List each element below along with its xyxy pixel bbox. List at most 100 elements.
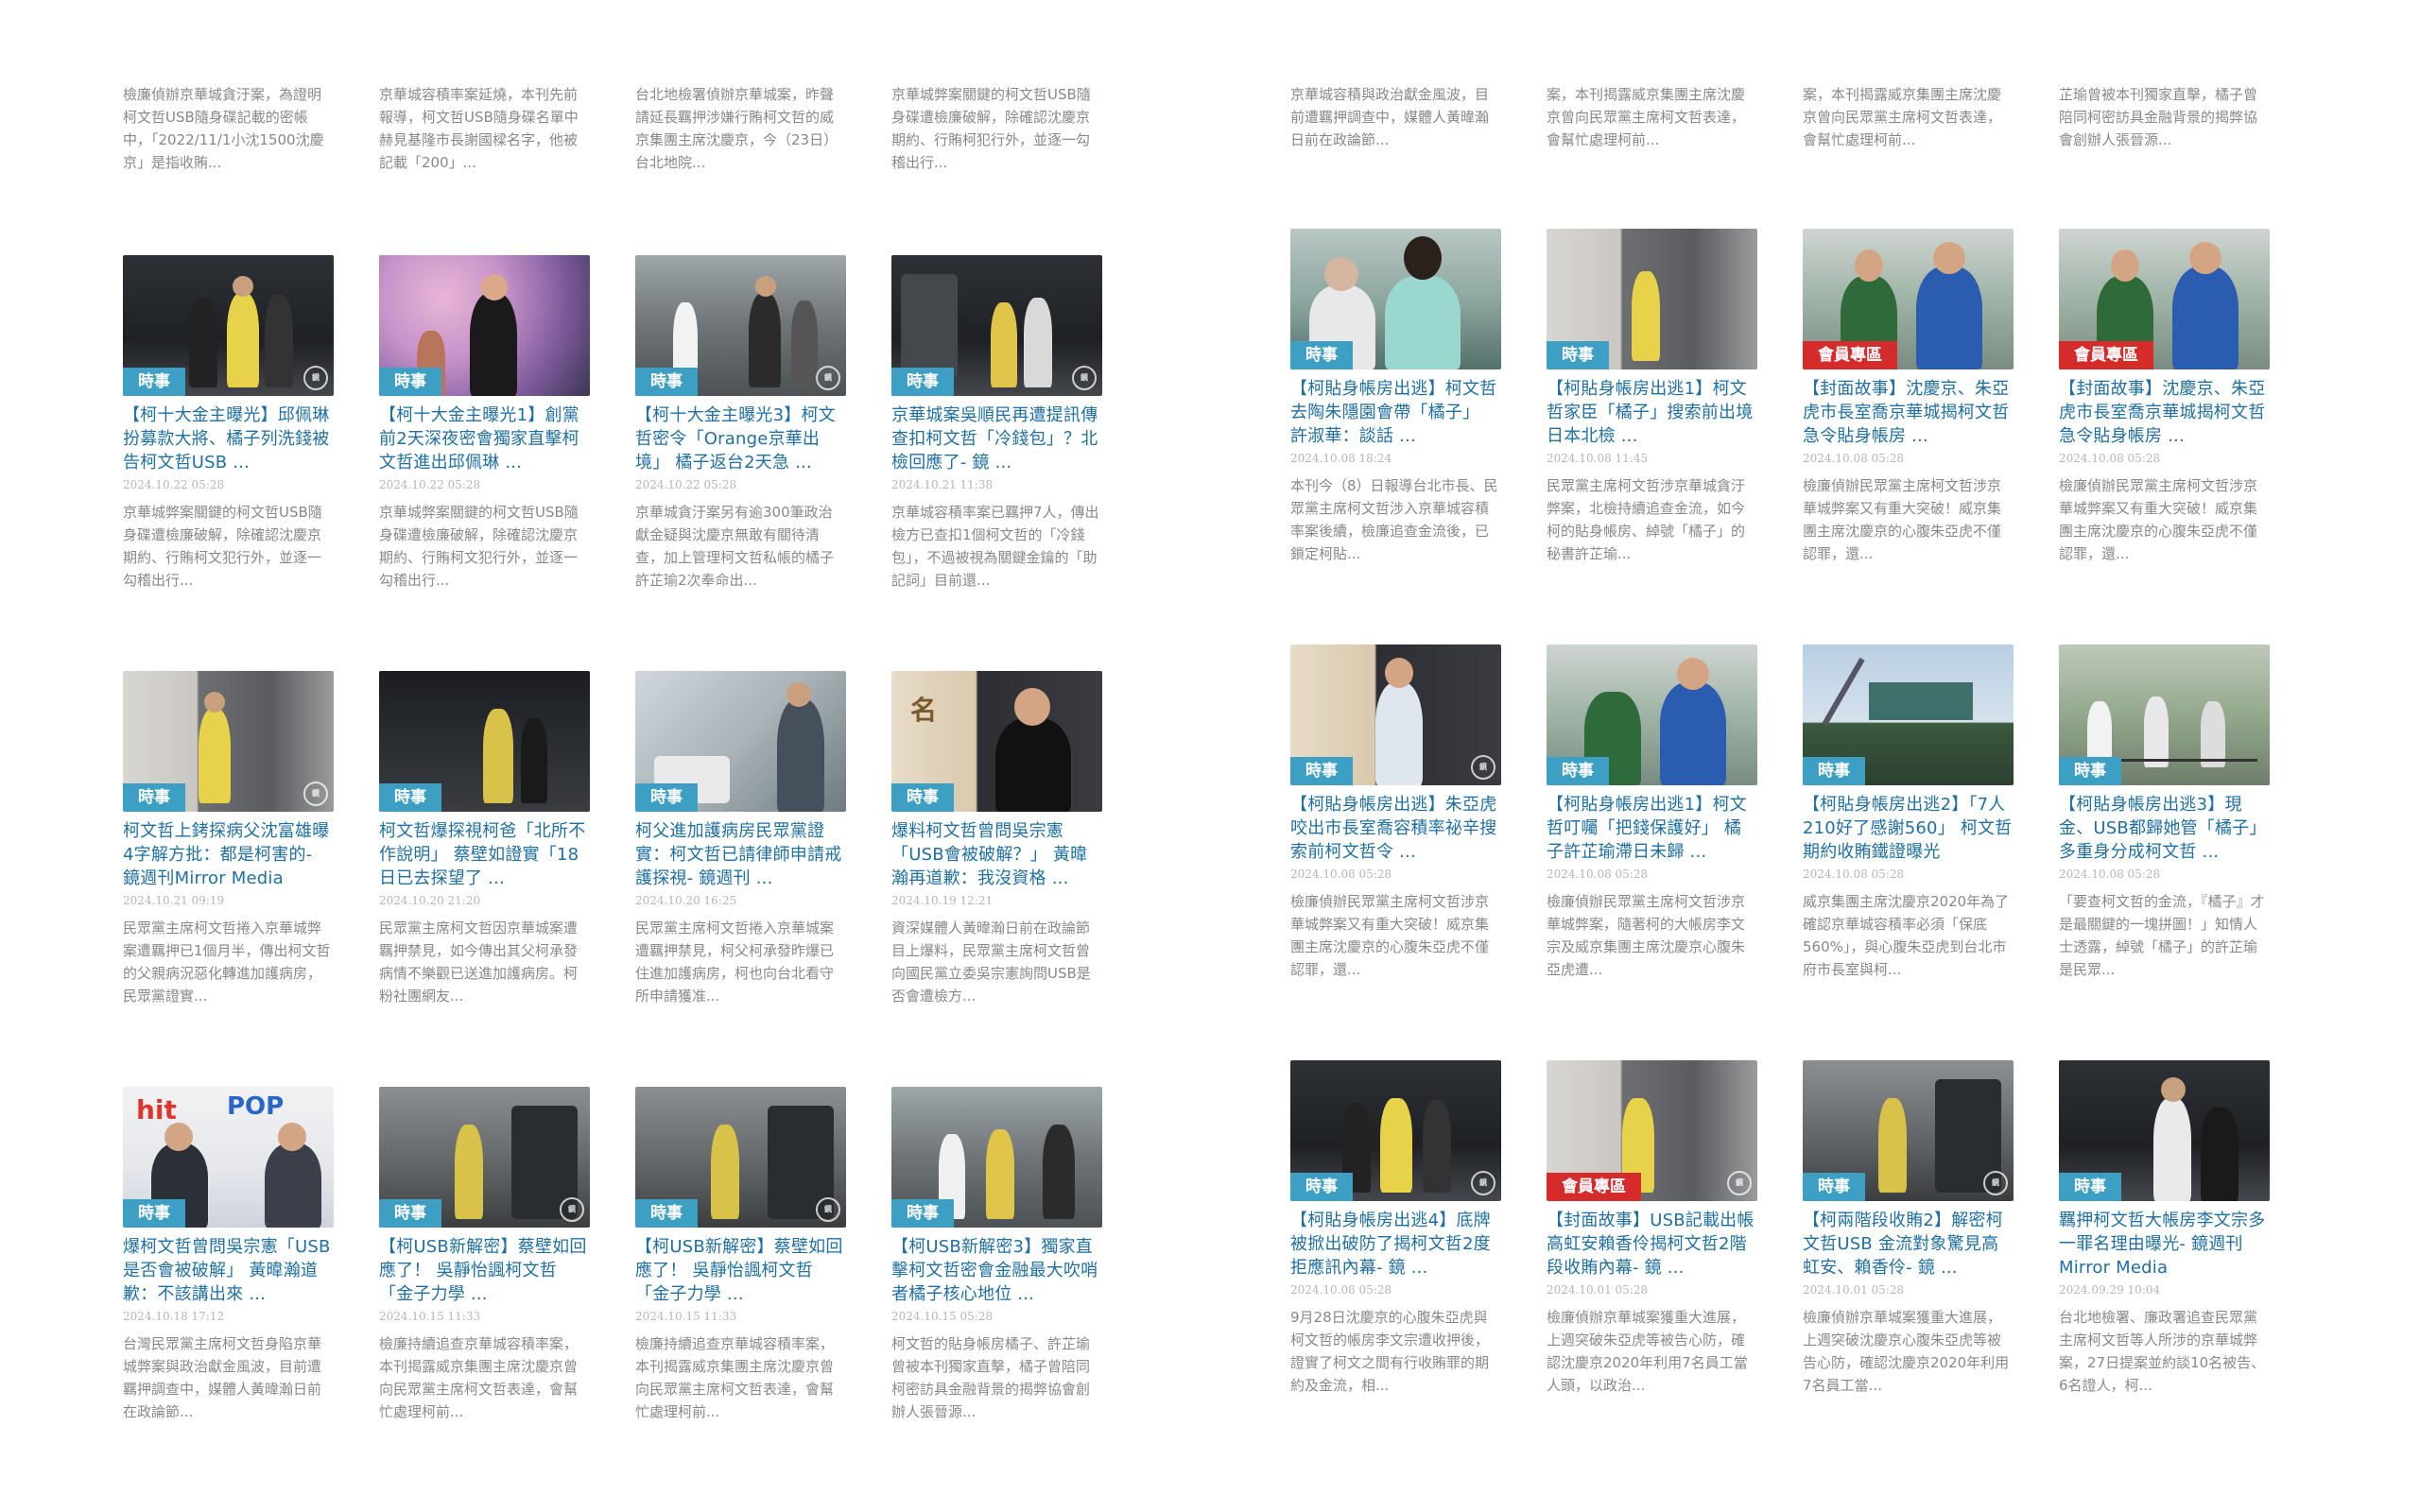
card-thumbnail[interactable]: 時事 (2059, 644, 2270, 785)
card-title[interactable]: 【封面故事】沈慶京、朱亞虎市長室喬京華城揭柯文哲急令貼身帳房 ... (1803, 377, 2014, 448)
card-title[interactable]: 【柯貼身帳房出逃】朱亞虎咬出市長室喬容積率祕辛搜索前柯文哲令 ... (1290, 793, 1501, 864)
card-thumbnail[interactable]: 會員專區 鏡 (1547, 1060, 1757, 1201)
card-thumbnail[interactable]: 時事 (1547, 229, 1757, 369)
card-thumbnail[interactable]: 會員專區 (2059, 229, 2270, 369)
news-card[interactable]: 時事 鏡 【柯貼身帳房出逃4】底牌被掀出破防了揭柯文哲2度拒應訊內幕- 鏡 ..… (1290, 1060, 1501, 1397)
card-thumbnail[interactable]: 時事 (1290, 229, 1501, 369)
card-snippet: 檢廉持續追查京華城容積率案，本刊揭露威京集團主席沈慶京曾向民眾黨主席柯文哲表達，… (635, 1335, 835, 1420)
news-card[interactable]: 京華城弊案關鍵的柯文哲USB隨身碟遭檢廉破解，除確認沈慶京期約、行賄柯犯行外，並… (891, 83, 1102, 174)
news-card[interactable]: 時事 鏡 柯文哲上銬探病父沈富雄曝4字解方批：都是柯害的- 鏡週刊Mirror … (123, 671, 334, 1007)
news-card[interactable]: 時事 柯父進加護病房民眾黨證實：柯文哲已請律師申請戒護探視- 鏡週刊 ... 2… (635, 671, 846, 1007)
card-thumbnail[interactable]: 時事 鏡 (1290, 1060, 1501, 1201)
card-thumbnail[interactable]: 時事 鏡 (635, 1087, 846, 1228)
news-card[interactable]: 時事 鏡 【柯十大金主曝光3】柯文哲密令「Orange京華出境」 橘子返台2天急… (635, 255, 846, 592)
card-title[interactable]: 羈押柯文哲大帳房李文宗多一罪名理由曝光- 鏡週刊Mirror Media (2059, 1209, 2270, 1280)
news-card[interactable]: 時事 【柯貼身帳房出逃】柯文哲去陶朱隱園會帶「橘子」 許淑華：談話 ... 20… (1290, 229, 1501, 565)
card-thumbnail[interactable]: 時事 (891, 1087, 1102, 1228)
card-title[interactable]: 【柯十大金主曝光3】柯文哲密令「Orange京華出境」 橘子返台2天急 ... (635, 404, 846, 474)
card-date: 2024.10.08 05:28 (1803, 868, 1905, 881)
category-badge: 時事 (1803, 757, 1865, 785)
news-card[interactable]: 時事 鏡 京華城案吳順民再遭提訊傳查扣柯文哲「冷錢包」？北檢回應了- 鏡 ...… (891, 255, 1102, 592)
card-thumbnail[interactable]: 時事 鏡 (1290, 644, 1501, 785)
card-thumbnail[interactable]: 名 時事 (891, 671, 1102, 812)
card-title[interactable]: 【柯貼身帳房出逃4】底牌被掀出破防了揭柯文哲2度拒應訊內幕- 鏡 ... (1290, 1209, 1501, 1280)
news-card[interactable]: 時事 【柯貼身帳房出逃3】現金、USB都歸她管「橘子」多重身分成柯文哲 ... … (2059, 644, 2270, 981)
category-badge: 時事 (379, 783, 441, 812)
news-card[interactable]: 會員專區 鏡 【封面故事】USB記載出帳高虹安賴香伶揭柯文哲2階段收賄內幕- 鏡… (1547, 1060, 1757, 1397)
card-snippet: 檢廉偵辦京華城案獲重大進展，上週突破沈慶京心腹朱亞虎等被告心防，確認沈慶京202… (1803, 1309, 2010, 1394)
card-thumbnail[interactable]: 時事 鏡 (1803, 1060, 2014, 1201)
news-card[interactable]: 京華城容積率案延燒，本刊先前報導，柯文哲USB隨身碟名單中赫見基隆市長謝國樑名字… (379, 83, 590, 174)
category-badge: 時事 (1803, 1173, 1865, 1201)
news-card[interactable]: 時事 【柯貼身帳房出逃2】「7人210好了感謝560」 柯文哲期約收賄鐵證曝光 … (1803, 644, 2014, 981)
card-snippet: 資深媒體人黃暐瀚日前在政論節目上爆料，民眾黨主席柯文哲曾向國民黨立委吳宗憲詢問U… (891, 919, 1091, 1005)
card-thumbnail[interactable]: 時事 (379, 255, 590, 396)
card-snippet: 京華城容積與政治獻金風波，目前遭羈押調查中，媒體人黃暐瀚日前在政論節... (1290, 86, 1490, 148)
news-card[interactable]: 時事 【柯USB新解密3】獨家直擊柯文哲密會金融最大吹哨者橘子核心地位 ... … (891, 1087, 1102, 1423)
card-title[interactable]: 【柯貼身帳房出逃2】「7人210好了感謝560」 柯文哲期約收賄鐵證曝光 (1803, 793, 2014, 864)
card-title[interactable]: 【柯USB新解密3】獨家直擊柯文哲密會金融最大吹哨者橘子核心地位 ... (891, 1235, 1102, 1306)
card-title[interactable]: 柯父進加護病房民眾黨證實：柯文哲已請律師申請戒護探視- 鏡週刊 ... (635, 819, 846, 890)
news-card[interactable]: 時事 【柯貼身帳房出逃1】柯文哲叮囑「把錢保護好」 橘子許芷瑜滯日未歸 ... … (1547, 644, 1757, 981)
card-title[interactable]: 【柯貼身帳房出逃1】柯文哲家臣「橘子」搜索前出境日本北檢 ... (1547, 377, 1757, 448)
category-badge: 時事 (891, 368, 954, 396)
card-snippet: 檢廉偵辦京華城貪汙案，為證明柯文哲USB隨身碟記載的密帳中，「2022/11/1… (123, 86, 324, 171)
news-card[interactable]: 時事 鏡 【柯USB新解密】蔡壁如回應了！ 吳靜怡諷柯文哲「金子力學 ... 2… (379, 1087, 590, 1423)
card-snippet: 民眾黨主席柯文哲捲入京華城弊案遭羈押已1個月半，傳出柯文哲的父親病況惡化轉進加護… (123, 919, 331, 1005)
news-card[interactable]: hit POP 時事 爆柯文哲曾問吳宗憲「USB是否會被破解」 黃暐瀚道歉：不該… (123, 1087, 334, 1423)
card-title[interactable]: 【柯USB新解密】蔡壁如回應了！ 吳靜怡諷柯文哲「金子力學 ... (635, 1235, 846, 1306)
card-title[interactable]: 【柯十大金主曝光】邱佩琳扮募款大將、橘子列洗錢被告柯文哲USB ... (123, 404, 334, 474)
mirror-watermark-icon: 鏡 (303, 366, 328, 390)
member-badge: 會員專區 (1803, 341, 1897, 369)
news-card[interactable]: 芷瑜曾被本刊獨家直擊，橘子曾陪同柯密訪具金融背景的揭弊協會創辦人張晉源... (2059, 83, 2270, 174)
card-thumbnail[interactable]: 時事 鏡 (891, 255, 1102, 396)
card-title[interactable]: 【封面故事】沈慶京、朱亞虎市長室喬京華城揭柯文哲急令貼身帳房 ... (2059, 377, 2270, 448)
news-card[interactable]: 案，本刊揭露威京集團主席沈慶京曾向民眾黨主席柯文哲表達，會幫忙處理柯前... (1803, 83, 2014, 174)
news-card[interactable]: 時事 【柯貼身帳房出逃1】柯文哲家臣「橘子」搜索前出境日本北檢 ... 2024… (1547, 229, 1757, 565)
mirror-watermark-icon: 鏡 (816, 1197, 840, 1222)
card-thumbnail[interactable]: 時事 (635, 671, 846, 812)
card-title[interactable]: 【封面故事】USB記載出帳高虹安賴香伶揭柯文哲2階段收賄內幕- 鏡 ... (1547, 1209, 1757, 1280)
news-card[interactable]: 會員專區 【封面故事】沈慶京、朱亞虎市長室喬京華城揭柯文哲急令貼身帳房 ... … (1803, 229, 2014, 565)
news-card[interactable]: 時事 鏡 【柯USB新解密】蔡壁如回應了！ 吳靜怡諷柯文哲「金子力學 ... 2… (635, 1087, 846, 1423)
card-title[interactable]: 京華城案吳順民再遭提訊傳查扣柯文哲「冷錢包」？北檢回應了- 鏡 ... (891, 404, 1102, 474)
news-row: 時事 鏡 【柯十大金主曝光】邱佩琳扮募款大將、橘子列洗錢被告柯文哲USB ...… (123, 255, 1148, 592)
card-thumbnail[interactable]: 會員專區 (1803, 229, 2014, 369)
category-badge: 時事 (2059, 1173, 2121, 1201)
news-card[interactable]: 檢廉偵辦京華城貪汙案，為證明柯文哲USB隨身碟記載的密帳中，「2022/11/1… (123, 83, 334, 174)
news-card[interactable]: 案，本刊揭露威京集團主席沈慶京曾向民眾黨主席柯文哲表達，會幫忙處理柯前... (1547, 83, 1757, 174)
news-card[interactable]: 時事 羈押柯文哲大帳房李文宗多一罪名理由曝光- 鏡週刊Mirror Media … (2059, 1060, 2270, 1397)
card-thumbnail[interactable]: 時事 鏡 (379, 1087, 590, 1228)
news-card[interactable]: 名 時事 爆料柯文哲曾問吳宗憲「USB會被破解？」 黃暐瀚再道歉：我沒資格 ..… (891, 671, 1102, 1007)
card-title[interactable]: 【柯USB新解密】蔡壁如回應了！ 吳靜怡諷柯文哲「金子力學 ... (379, 1235, 590, 1306)
card-title[interactable]: 爆料柯文哲曾問吳宗憲「USB會被破解？」 黃暐瀚再道歉：我沒資格 ... (891, 819, 1102, 890)
card-thumbnail[interactable]: 時事 鏡 (635, 255, 846, 396)
card-thumbnail[interactable]: 時事 (1547, 644, 1757, 785)
card-thumbnail[interactable]: 時事 (379, 671, 590, 812)
card-thumbnail[interactable]: 時事 (2059, 1060, 2270, 1201)
news-row: 京華城容積與政治獻金風波，目前遭羈押調查中，媒體人黃暐瀚日前在政論節... 案，… (1290, 83, 2315, 174)
card-thumbnail[interactable]: 時事 (1803, 644, 2014, 785)
news-card[interactable]: 時事 鏡 【柯貼身帳房出逃】朱亞虎咬出市長室喬容積率祕辛搜索前柯文哲令 ... … (1290, 644, 1501, 981)
card-title[interactable]: 柯文哲上銬探病父沈富雄曝4字解方批：都是柯害的- 鏡週刊Mirror Media (123, 819, 334, 890)
card-title[interactable]: 【柯貼身帳房出逃3】現金、USB都歸她管「橘子」多重身分成柯文哲 ... (2059, 793, 2270, 864)
card-date: 2024.10.08 05:28 (2059, 868, 2161, 881)
news-card[interactable]: 京華城容積與政治獻金風波，目前遭羈押調查中，媒體人黃暐瀚日前在政論節... (1290, 83, 1501, 174)
news-card[interactable]: 台北地檢署偵辦京華城案，昨聲請延長羈押涉嫌行賄柯文哲的威京集團主席沈慶京，今（2… (635, 83, 846, 174)
card-title[interactable]: 爆柯文哲曾問吳宗憲「USB是否會被破解」 黃暐瀚道歉：不該講出來 ... (123, 1235, 334, 1306)
mirror-watermark-icon: 鏡 (816, 366, 840, 390)
news-card[interactable]: 時事 鏡 【柯兩階段收賄2】解密柯文哲USB 金流對象驚見高虹安、賴香伶- 鏡 … (1803, 1060, 2014, 1397)
card-thumbnail[interactable]: 時事 鏡 (123, 671, 334, 812)
card-title[interactable]: 【柯貼身帳房出逃】柯文哲去陶朱隱園會帶「橘子」 許淑華：談話 ... (1290, 377, 1501, 448)
card-snippet: 京華城弊案關鍵的柯文哲USB隨身碟遭檢廉破解，除確認沈慶京期約、行賄柯文犯行外，… (123, 504, 322, 589)
news-card[interactable]: 時事 鏡 【柯十大金主曝光】邱佩琳扮募款大將、橘子列洗錢被告柯文哲USB ...… (123, 255, 334, 592)
card-thumbnail[interactable]: hit POP 時事 (123, 1087, 334, 1228)
news-card[interactable]: 時事 柯文哲爆探視柯爸「北所不作說明」 蔡壁如證實「18日已去探望了 ... 2… (379, 671, 590, 1007)
card-title[interactable]: 【柯兩階段收賄2】解密柯文哲USB 金流對象驚見高虹安、賴香伶- 鏡 ... (1803, 1209, 2014, 1280)
card-title[interactable]: 【柯十大金主曝光1】創黨前2天深夜密會獨家直擊柯文哲進出邱佩琳 ... (379, 404, 590, 474)
card-thumbnail[interactable]: 時事 鏡 (123, 255, 334, 396)
card-title[interactable]: 【柯貼身帳房出逃1】柯文哲叮囑「把錢保護好」 橘子許芷瑜滯日未歸 ... (1547, 793, 1757, 864)
card-title[interactable]: 柯文哲爆探視柯爸「北所不作說明」 蔡壁如證實「18日已去探望了 ... (379, 819, 590, 890)
news-card[interactable]: 時事 【柯十大金主曝光1】創黨前2天深夜密會獨家直擊柯文哲進出邱佩琳 ... 2… (379, 255, 590, 592)
news-card[interactable]: 會員專區 【封面故事】沈慶京、朱亞虎市長室喬京華城揭柯文哲急令貼身帳房 ... … (2059, 229, 2270, 565)
